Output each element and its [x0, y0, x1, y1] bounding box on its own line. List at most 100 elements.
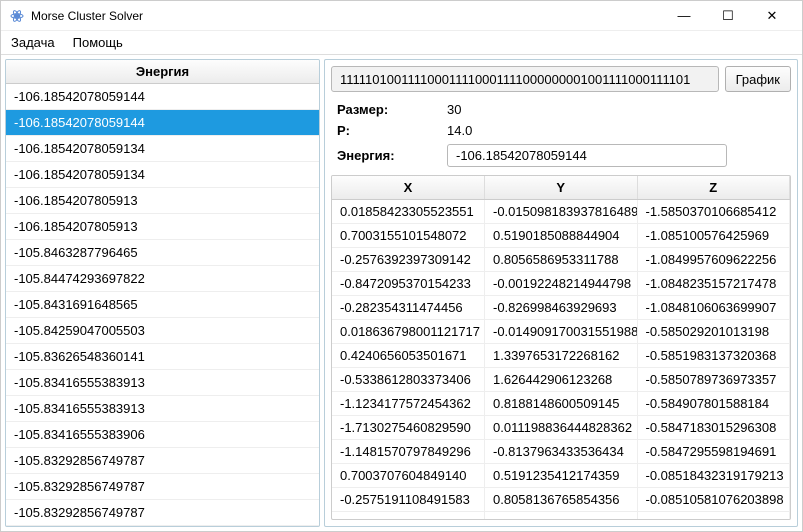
- energy-list-item[interactable]: -105.83416555383906: [6, 422, 319, 448]
- cell-z: -0.08518432319179213: [637, 464, 790, 488]
- cell-z: -0.5847183015296308: [637, 416, 790, 440]
- size-value: 30: [447, 102, 785, 117]
- table-row[interactable]: 0.70031551015480720.5190185088844904-1.0…: [332, 224, 790, 248]
- cell-z: -0.5847295598194691: [637, 440, 790, 464]
- cell-y: 0.5190185088844904: [485, 224, 638, 248]
- p-value: 14.0: [447, 123, 785, 138]
- titlebar: Morse Cluster Solver — ☐ ✕: [1, 1, 802, 31]
- energy-list-item[interactable]: -105.83626548360141: [6, 344, 319, 370]
- cell-y: -0.826998463929693: [485, 296, 638, 320]
- cell-y: 0.8058136765854356: [485, 488, 638, 512]
- energy-list-item[interactable]: -105.83416555383913: [6, 396, 319, 422]
- cell-x: -0.282354311474456: [332, 296, 485, 320]
- energy-list-item[interactable]: -106.1854207805913: [6, 188, 319, 214]
- cell-z: -0.5851983137320368: [637, 344, 790, 368]
- table-row[interactable]: -0.25751911084915830.8058136765854356-0.…: [332, 488, 790, 512]
- cell-z: -1.0848235157217478: [637, 272, 790, 296]
- col-y[interactable]: Y: [485, 176, 638, 200]
- table-row[interactable]: 0.018636798001121717-0.01490917003155198…: [332, 320, 790, 344]
- energy-list-item[interactable]: -105.83416555383913: [6, 370, 319, 396]
- table-row[interactable]: -0.25763923973091420.8056586953311788-1.…: [332, 248, 790, 272]
- cell-y: 0.5191235412174359: [485, 464, 638, 488]
- cell-x: 0.7003155101548072: [332, 224, 485, 248]
- p-label: P:: [337, 123, 447, 138]
- cell-y: -0.015098183937816489: [485, 200, 638, 224]
- menu-help[interactable]: Помощь: [73, 35, 123, 50]
- energy-list-item[interactable]: -105.83292856749787: [6, 500, 319, 526]
- cell-y: -0.014909170031551988: [485, 320, 638, 344]
- coord-grid[interactable]: X Y Z 0.01858423305523551-0.015098183937…: [331, 175, 791, 520]
- energy-list-item[interactable]: -105.8463287796465: [6, 240, 319, 266]
- energy-list-item[interactable]: -106.1854207805913: [6, 214, 319, 240]
- window-title: Morse Cluster Solver: [31, 9, 662, 23]
- table-row[interactable]: -0.8472095370154233-0.00192248214944798-…: [332, 272, 790, 296]
- cell-x: -0.2575191108491583: [332, 488, 485, 512]
- table-row[interactable]: -0.53386128033734061.626442906123268-0.5…: [332, 368, 790, 392]
- cell-z: -1.085100576425969: [637, 224, 790, 248]
- top-row: 1111101001111000111100011110000000010011…: [331, 66, 791, 92]
- menu-task[interactable]: Задача: [11, 35, 55, 50]
- size-label: Размер:: [337, 102, 447, 117]
- graph-button[interactable]: График: [725, 66, 791, 92]
- cell-x: 0.7003707604849140: [332, 464, 485, 488]
- cell-z: -0.5850789736973357: [637, 368, 790, 392]
- cell-y: 0.011198836444828362: [485, 416, 638, 440]
- energy-list-item[interactable]: -106.18542078059134: [6, 162, 319, 188]
- sidebar: Энергия -106.18542078059144-106.18542078…: [5, 59, 320, 527]
- cell-x: -1.1481570797849296: [332, 440, 485, 464]
- app-icon: [9, 8, 25, 24]
- energy-list-item[interactable]: -106.18542078059144: [6, 110, 319, 136]
- table-row[interactable]: -0.8470054798059428-0.0020123394804395-0…: [332, 512, 790, 521]
- cell-x: -0.2576392397309142: [332, 248, 485, 272]
- cell-y: -0.0020123394804395: [485, 512, 638, 521]
- energy-list-item[interactable]: -105.83292856749787: [6, 474, 319, 500]
- energy-list-item[interactable]: -105.83292856749787: [6, 448, 319, 474]
- bitstring-field[interactable]: 1111101001111000111100011110000000010011…: [331, 66, 719, 92]
- table-row[interactable]: -0.282354311474456-0.826998463929693-1.0…: [332, 296, 790, 320]
- cell-z: -1.5850370106685412: [637, 200, 790, 224]
- table-row[interactable]: -1.1481570797849296-0.8137963433536434-0…: [332, 440, 790, 464]
- table-row[interactable]: 0.42406560535016711.3397653172268162-0.5…: [332, 344, 790, 368]
- cell-y: 1.626442906123268: [485, 368, 638, 392]
- col-z[interactable]: Z: [637, 176, 790, 200]
- cell-x: -0.5338612803373406: [332, 368, 485, 392]
- close-button[interactable]: ✕: [750, 1, 794, 31]
- info-block: Размер: 30 P: 14.0 Энергия:: [331, 98, 791, 169]
- table-row[interactable]: 0.70037076048491400.5191235412174359-0.0…: [332, 464, 790, 488]
- energy-value-cell: [447, 144, 785, 167]
- cell-z: -0.584907801588184: [637, 392, 790, 416]
- energy-list-item[interactable]: -105.8431691648565: [6, 292, 319, 318]
- cell-y: 0.8188148600509145: [485, 392, 638, 416]
- sidebar-header: Энергия: [6, 60, 319, 84]
- energy-list-item[interactable]: -106.18542078059134: [6, 136, 319, 162]
- maximize-button[interactable]: ☐: [706, 1, 750, 31]
- menubar: Задача Помощь: [1, 31, 802, 55]
- table-row[interactable]: 0.01858423305523551-0.015098183937816489…: [332, 200, 790, 224]
- energy-input[interactable]: [447, 144, 727, 167]
- cell-x: -0.8472095370154233: [332, 272, 485, 296]
- cell-y: 0.8056586953311788: [485, 248, 638, 272]
- energy-list-item[interactable]: -106.18542078059144: [6, 84, 319, 110]
- cell-z: -0.08510581076203898: [637, 488, 790, 512]
- minimize-button[interactable]: —: [662, 1, 706, 31]
- cell-z: -0.08510581076164614: [637, 512, 790, 521]
- table-row[interactable]: -1.71302754608295900.011198836444828362-…: [332, 416, 790, 440]
- table-row[interactable]: -1.12341775724543620.8188148600509145-0.…: [332, 392, 790, 416]
- energy-list-item[interactable]: -105.84259047005503: [6, 318, 319, 344]
- cell-x: 0.018636798001121717: [332, 320, 485, 344]
- cell-y: -0.8137963433536434: [485, 440, 638, 464]
- energy-label: Энергия:: [337, 148, 447, 163]
- cell-x: -0.8470054798059428: [332, 512, 485, 521]
- window-controls: — ☐ ✕: [662, 1, 794, 31]
- energy-list[interactable]: -106.18542078059144-106.18542078059144-1…: [6, 84, 319, 526]
- energy-list-item[interactable]: -105.84474293697822: [6, 266, 319, 292]
- cell-z: -1.0849957609622256: [637, 248, 790, 272]
- cell-x: 0.01858423305523551: [332, 200, 485, 224]
- main-panel: 1111101001111000111100011110000000010011…: [324, 59, 798, 527]
- cell-x: 0.4240656053501671: [332, 344, 485, 368]
- col-x[interactable]: X: [332, 176, 485, 200]
- cell-z: -0.585029201013198: [637, 320, 790, 344]
- cell-z: -1.0848106063699907: [637, 296, 790, 320]
- cell-y: 1.3397653172268162: [485, 344, 638, 368]
- coord-table: X Y Z 0.01858423305523551-0.015098183937…: [332, 176, 790, 520]
